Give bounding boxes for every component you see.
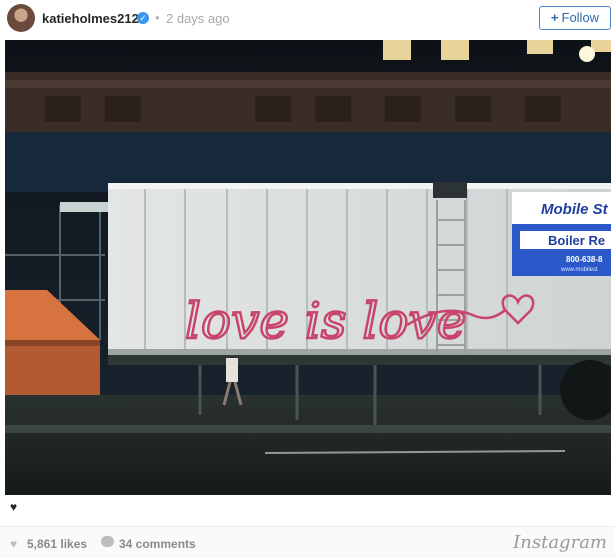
sign-brand-text: Mobile St: [541, 201, 609, 218]
heart-icon[interactable]: ♥: [10, 537, 17, 551]
instagram-embed: katieholmes212 ✓ • 2 days ago + Follow M…: [0, 0, 615, 558]
speech-bubble-icon[interactable]: [101, 536, 114, 547]
graffiti-text: love is love: [185, 292, 466, 350]
avatar[interactable]: [7, 4, 35, 32]
post-header: katieholmes212 ✓ • 2 days ago + Follow: [0, 0, 615, 40]
caption-heart-icon: ♥: [10, 500, 18, 514]
follow-button[interactable]: + Follow: [539, 6, 611, 30]
post-photo[interactable]: Mobile St Boiler Re 800-638-8 www.mobile…: [5, 40, 611, 495]
instagram-logo[interactable]: Instagram: [513, 532, 607, 553]
likes-count[interactable]: 5,861 likes: [27, 537, 87, 551]
sign-phone-text: 800-638-8: [566, 255, 603, 264]
post-timestamp[interactable]: 2 days ago: [166, 11, 230, 26]
stats-bar: ♥ 5,861 likes 34 comments Instagram: [0, 526, 615, 558]
follow-label: Follow: [561, 10, 600, 25]
username-link[interactable]: katieholmes212: [42, 11, 139, 26]
photo-illustration: Mobile St Boiler Re 800-638-8 www.mobile…: [5, 40, 611, 495]
verified-badge-icon: ✓: [137, 12, 149, 24]
plus-icon: +: [550, 10, 559, 25]
sign-web-text: www.mobilest: [560, 267, 598, 273]
header-separator: •: [155, 10, 160, 25]
comments-count[interactable]: 34 comments: [119, 537, 196, 551]
sign-product-text: Boiler Re: [548, 233, 605, 248]
